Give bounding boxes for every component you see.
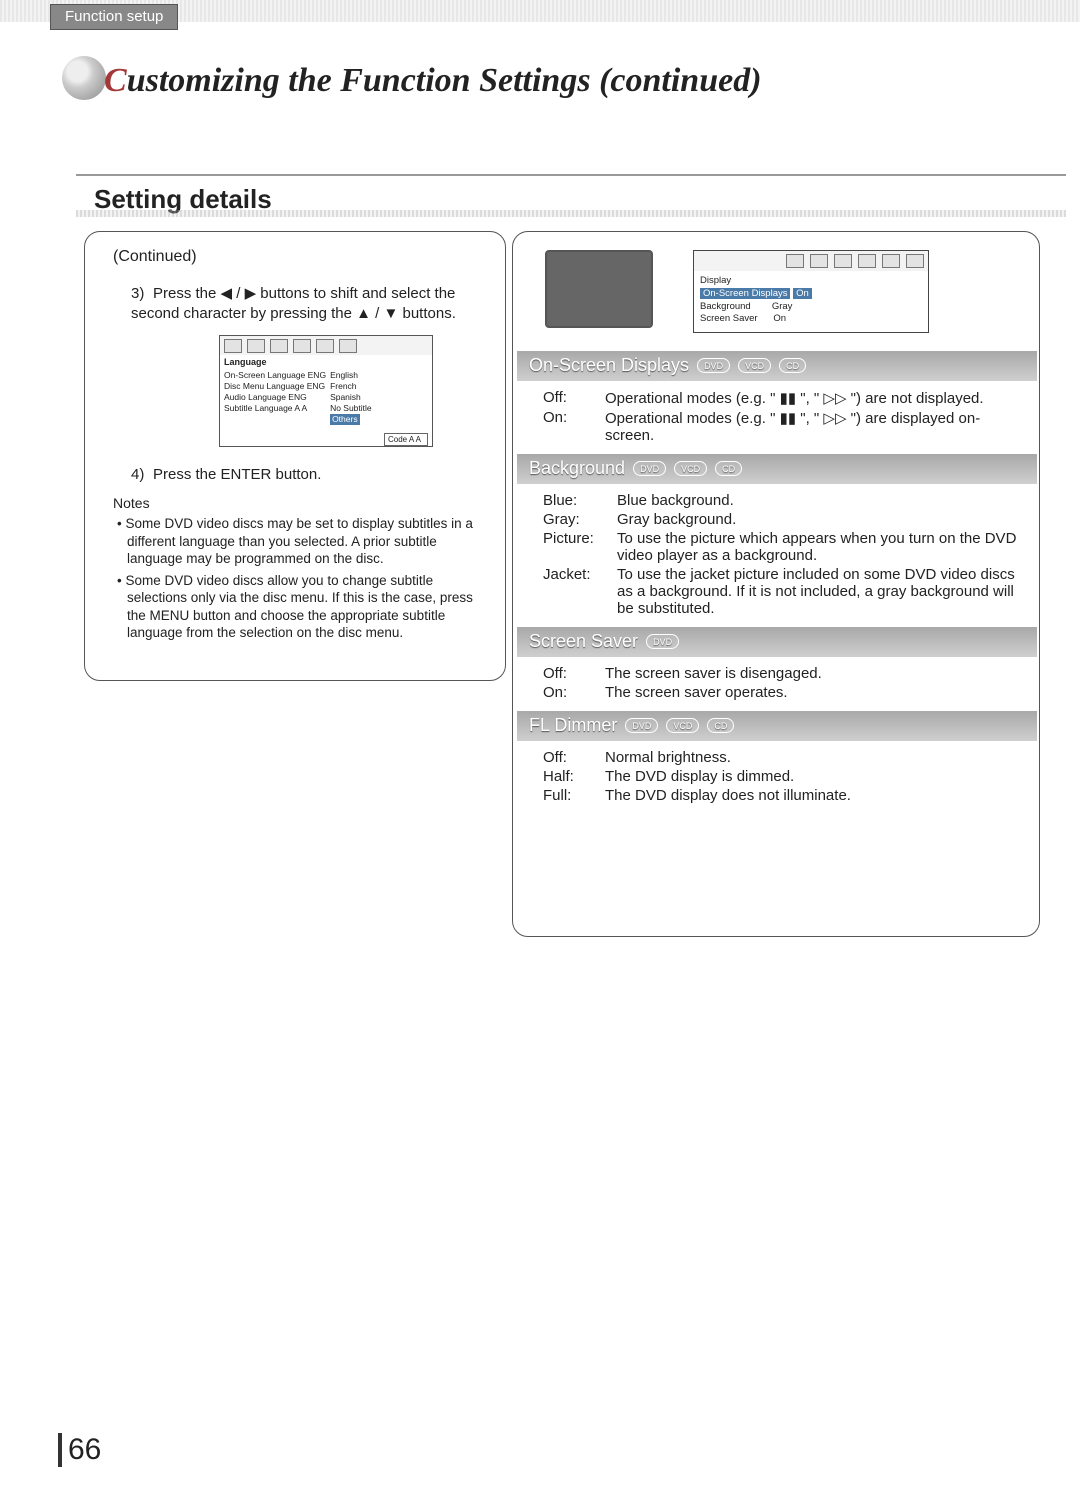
notes-list: Some DVD video discs may be set to displ… xyxy=(117,515,485,642)
globe-icon xyxy=(62,56,106,100)
opt-val: The screen saver operates. xyxy=(605,684,788,701)
osdbox-row-val: On xyxy=(773,313,786,324)
opt-key: Full: xyxy=(543,787,599,804)
badge-dvd: DVD xyxy=(625,718,658,733)
badge-dvd: DVD xyxy=(633,461,666,476)
opt-val: To use the picture which appears when yo… xyxy=(617,530,1019,564)
mini-icon xyxy=(316,339,334,353)
bar-onscreen-displays: On-Screen Displays DVD VCD CD xyxy=(517,351,1037,381)
langbox-code: Code A A xyxy=(384,433,428,446)
opt-key: Off: xyxy=(543,749,599,766)
mini-icon xyxy=(293,339,311,353)
osdbox-title: Display xyxy=(700,275,922,288)
bar-title: On-Screen Displays xyxy=(529,355,689,376)
opt-val: To use the jacket picture included on so… xyxy=(617,566,1019,617)
langbox-row: Audio Language ENG xyxy=(224,392,326,403)
step-3-text: Press the ◀ / ▶ buttons to shift and sel… xyxy=(131,285,456,322)
opt-key: Jacket: xyxy=(543,566,611,617)
langbox-title: Language xyxy=(220,355,432,367)
badge-vcd: VCD xyxy=(666,718,699,733)
mini-icon xyxy=(247,339,265,353)
osdbox-row-key: Background xyxy=(700,301,751,312)
continued-label: (Continued) xyxy=(113,248,485,266)
opt-key: Blue: xyxy=(543,492,611,509)
page-number: 66 xyxy=(58,1433,101,1467)
badge-dvd: DVD xyxy=(697,358,730,373)
opt-key: On: xyxy=(543,409,599,444)
step-3: 3)Press the ◀ / ▶ buttons to shift and s… xyxy=(131,284,485,325)
opt-key: Picture: xyxy=(543,530,611,564)
langbox-opt: English xyxy=(330,370,428,381)
osdbox-row-val: On xyxy=(793,288,812,299)
mini-icon xyxy=(858,254,876,268)
badge-dvd: DVD xyxy=(646,634,679,649)
opt-val: Normal brightness. xyxy=(605,749,731,766)
step-4-text: Press the ENTER button. xyxy=(153,466,321,483)
bar-title: FL Dimmer xyxy=(529,715,617,736)
langbox-opt: Spanish xyxy=(330,392,428,403)
badge-vcd: VCD xyxy=(674,461,707,476)
opt-val: Gray background. xyxy=(617,511,736,528)
opt-key: Gray: xyxy=(543,511,611,528)
bar-background: Background DVD VCD CD xyxy=(517,454,1037,484)
opt-val: The DVD display is dimmed. xyxy=(605,768,794,785)
bar-fl-dimmer: FL Dimmer DVD VCD CD xyxy=(517,711,1037,741)
opt-key: Half: xyxy=(543,768,599,785)
title-rest: ustomizing the Function Settings (contin… xyxy=(127,62,762,99)
opt-val: The screen saver is disengaged. xyxy=(605,665,822,682)
mini-icon xyxy=(786,254,804,268)
mini-icon xyxy=(906,254,924,268)
bar-title: Screen Saver xyxy=(529,631,638,652)
section-underband xyxy=(76,210,1066,217)
badge-cd: CD xyxy=(779,358,806,373)
step-4: 4)Press the ENTER button. xyxy=(131,465,485,485)
mini-icon xyxy=(339,339,357,353)
section-header: Setting details xyxy=(76,174,1066,225)
langbox-other-highlight: Others xyxy=(330,414,360,425)
header-tab: Function setup xyxy=(50,4,178,30)
opt-key: Off: xyxy=(543,389,599,407)
note-item: Some DVD video discs may be set to displ… xyxy=(117,515,485,568)
badge-cd: CD xyxy=(715,461,742,476)
step-4-num: 4) xyxy=(131,465,153,485)
mini-icon xyxy=(882,254,900,268)
bar-screen-saver: Screen Saver DVD xyxy=(517,627,1037,657)
title-initial: C xyxy=(104,62,127,99)
right-panel: Display On-Screen Displays On Background… xyxy=(512,231,1040,937)
opt-val: The DVD display does not illuminate. xyxy=(605,787,851,804)
badge-vcd: VCD xyxy=(738,358,771,373)
notes-heading: Notes xyxy=(113,495,485,511)
tv-icon xyxy=(545,250,653,328)
osdbox-row-val: Gray xyxy=(772,301,793,312)
badge-cd: CD xyxy=(707,718,734,733)
opt-val: Blue background. xyxy=(617,492,734,509)
display-preview: Display On-Screen Displays On Background… xyxy=(545,250,1019,333)
page-title: Customizing the Function Settings (conti… xyxy=(62,62,762,100)
left-panel: (Continued) 3)Press the ◀ / ▶ buttons to… xyxy=(84,231,506,681)
osdbox-row-key: On-Screen Displays xyxy=(700,288,790,299)
mini-icon xyxy=(224,339,242,353)
language-osd-illustration: Language On-Screen Language ENG Disc Men… xyxy=(219,335,433,447)
langbox-row: Disc Menu Language ENG xyxy=(224,381,326,392)
mini-icon xyxy=(810,254,828,268)
mini-icon xyxy=(270,339,288,353)
display-osd-illustration: Display On-Screen Displays On Background… xyxy=(693,250,929,333)
langbox-opt: French xyxy=(330,381,428,392)
opt-key: On: xyxy=(543,684,599,701)
opt-val: Operational modes (e.g. " ▮▮ ", " ▷▷ ") … xyxy=(605,389,984,407)
langbox-row: On-Screen Language ENG xyxy=(224,370,326,381)
langbox-row: Subtitle Language A A xyxy=(224,403,326,414)
osdbox-row-key: Screen Saver xyxy=(700,313,758,324)
mini-icon xyxy=(834,254,852,268)
note-item: Some DVD video discs allow you to change… xyxy=(117,572,485,642)
step-3-num: 3) xyxy=(131,284,153,304)
opt-val: Operational modes (e.g. " ▮▮ ", " ▷▷ ") … xyxy=(605,409,1019,444)
langbox-opt: No Subtitle xyxy=(330,403,428,414)
opt-key: Off: xyxy=(543,665,599,682)
bar-title: Background xyxy=(529,458,625,479)
